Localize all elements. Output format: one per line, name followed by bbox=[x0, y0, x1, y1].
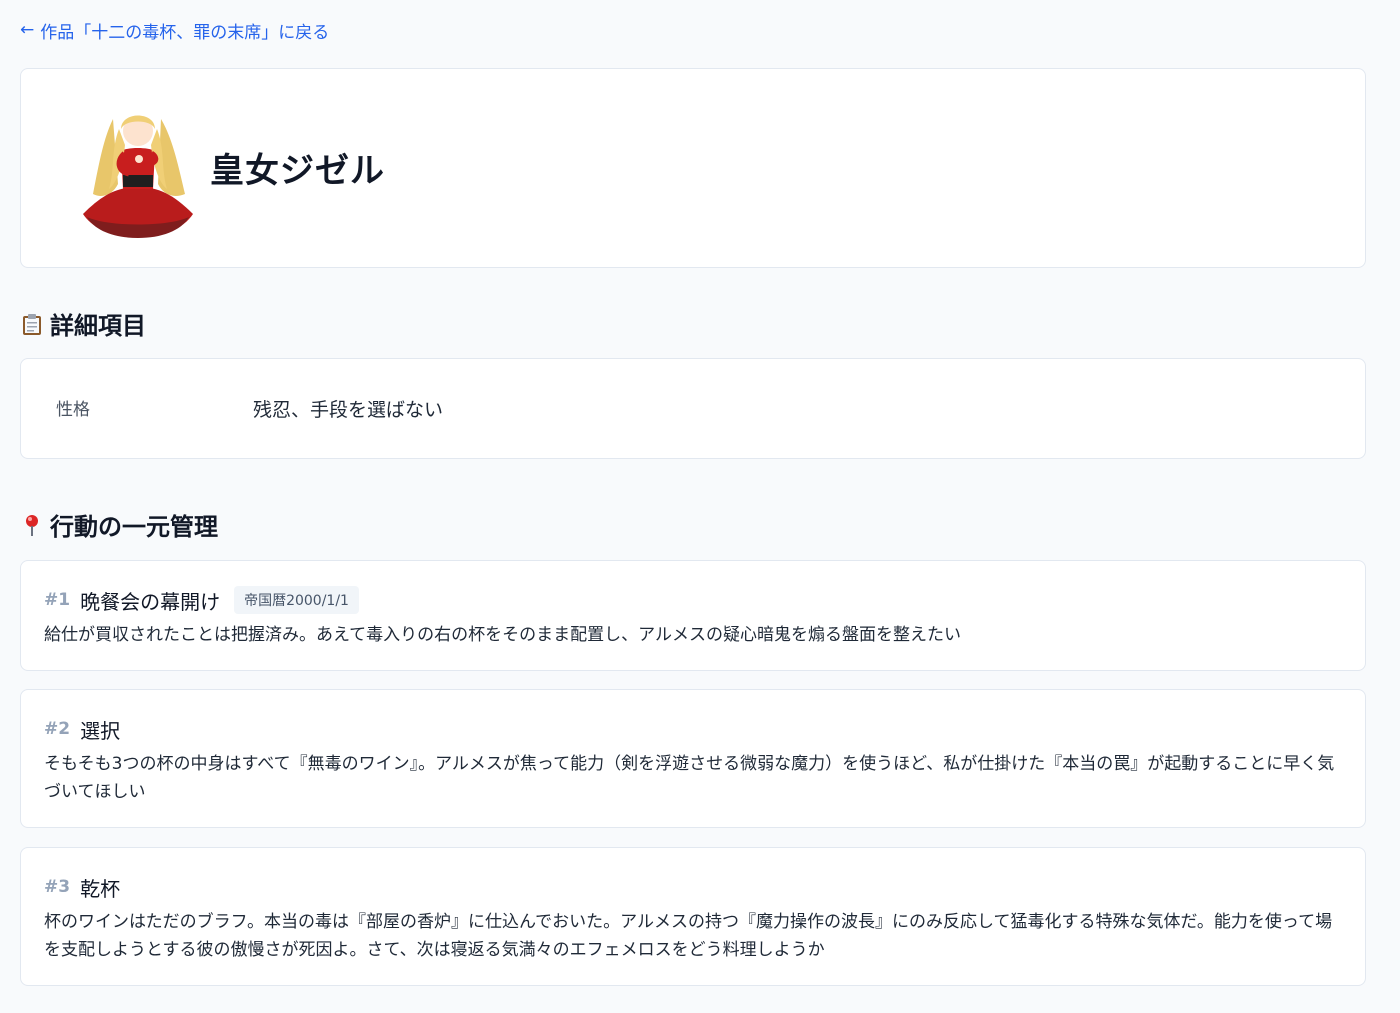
action-header: #2 選択 bbox=[44, 714, 1342, 744]
action-header: #3 乾杯 bbox=[44, 872, 1342, 902]
character-header-card: 皇女ジゼル bbox=[20, 68, 1366, 268]
detail-value-personality: 残忍、手段を選ばない bbox=[253, 399, 444, 421]
details-card: 性格 残忍、手段を選ばない bbox=[20, 358, 1366, 459]
action-card: #3 乾杯 杯のワインはただのブラフ。本当の毒は『部屋の香炉』に仕込んでおいた。… bbox=[20, 847, 1366, 986]
action-card: #2 選択 そもそも3つの杯の中身はすべて『無毒のワイン』。アルメスが焦って能力… bbox=[20, 689, 1366, 828]
arrow-left-icon: ← bbox=[20, 20, 35, 40]
action-number: #3 bbox=[44, 877, 71, 897]
character-avatar bbox=[73, 99, 203, 239]
action-description: そもそも3つの杯の中身はすべて『無毒のワイン』。アルメスが焦って能力（剣を浮遊さ… bbox=[44, 754, 1335, 802]
actions-section-title: 行動の一元管理 bbox=[20, 507, 218, 542]
actions-section-label: 行動の一元管理 bbox=[50, 513, 218, 541]
action-description: 杯のワインはただのブラフ。本当の毒は『部屋の香炉』に仕込んでおいた。アルメスの持… bbox=[44, 912, 1333, 960]
action-number: #2 bbox=[44, 719, 71, 739]
action-number: #1 bbox=[44, 590, 71, 610]
action-date-tag: 帝国暦2000/1/1 bbox=[234, 586, 359, 614]
details-section-title: 詳細項目 bbox=[20, 306, 146, 341]
character-page: ← 作品「十二の毒杯、罪の末席」に戻る 皇女ジゼル 詳細項目 性格 残忍、手段を… bbox=[0, 0, 1400, 1013]
character-name: 皇女ジゼル bbox=[210, 151, 385, 191]
action-description: 給仕が買収されたことは把握済み。あえて毒入りの右の杯をそのまま配置し、アルメスの… bbox=[44, 625, 961, 645]
clipboard-icon bbox=[20, 312, 44, 336]
action-card: #1 晩餐会の幕開け 帝国暦2000/1/1 給仕が買収されたことは把握済み。あ… bbox=[20, 560, 1366, 671]
details-section-label: 詳細項目 bbox=[50, 312, 146, 340]
back-link[interactable]: ← 作品「十二の毒杯、罪の末席」に戻る bbox=[20, 18, 330, 44]
action-title: 乾杯 bbox=[80, 876, 121, 901]
action-header: #1 晩餐会の幕開け 帝国暦2000/1/1 bbox=[44, 585, 1342, 615]
back-link-label: 作品「十二の毒杯、罪の末席」に戻る bbox=[40, 23, 330, 43]
action-title: 晩餐会の幕開け bbox=[80, 589, 221, 614]
pushpin-icon bbox=[20, 513, 44, 537]
detail-label-personality: 性格 bbox=[56, 400, 90, 420]
action-title: 選択 bbox=[80, 718, 121, 743]
